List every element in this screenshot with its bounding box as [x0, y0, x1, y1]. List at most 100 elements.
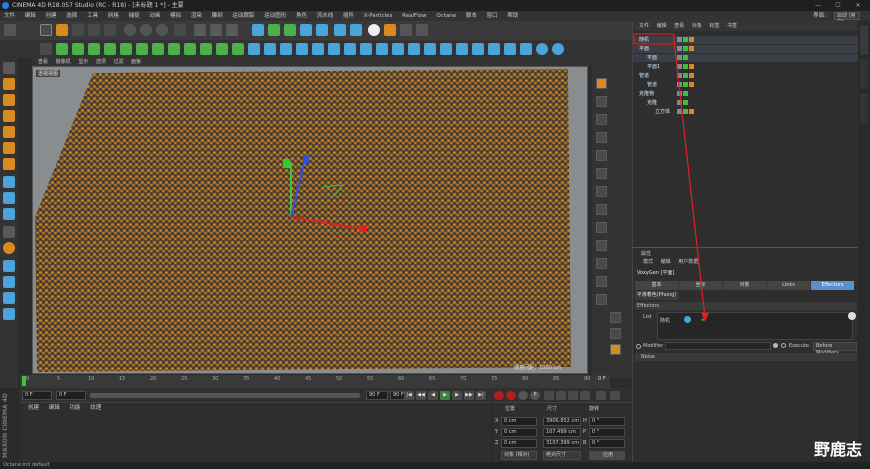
- viewport-menu-view[interactable]: 查看: [38, 59, 48, 65]
- attr-menu-userdata[interactable]: 用户数据: [678, 259, 698, 265]
- light-icon[interactable]: [368, 24, 380, 36]
- execute-dropdown[interactable]: Before Modifiers: [813, 342, 857, 356]
- object-row[interactable]: 管道: [633, 72, 859, 80]
- axis-mode-icon[interactable]: [3, 110, 15, 122]
- autokey-button[interactable]: [506, 391, 516, 400]
- workplane-icon[interactable]: [3, 242, 15, 254]
- menu-realflow[interactable]: RealFlow: [402, 13, 426, 19]
- points-mode-icon[interactable]: [3, 126, 15, 138]
- add-icon[interactable]: [104, 24, 116, 36]
- xp-turbulence-icon[interactable]: [280, 43, 292, 55]
- om-menu-view[interactable]: 查看: [674, 23, 684, 29]
- tool-a-icon[interactable]: [596, 96, 607, 107]
- snap-icon[interactable]: [400, 24, 412, 36]
- menu-plugins[interactable]: 插件: [343, 13, 354, 19]
- tool-n-icon[interactable]: [610, 328, 621, 339]
- perspective-viewport[interactable]: 透视视图 网格间距：1000 cm: [32, 66, 588, 374]
- snap-settings-icon[interactable]: [3, 226, 15, 238]
- frame-range-slider[interactable]: [90, 393, 360, 398]
- tool-j-icon[interactable]: [596, 258, 607, 269]
- interpolation-button[interactable]: [596, 391, 606, 400]
- xp-freeze-icon[interactable]: [440, 43, 452, 55]
- menu-file[interactable]: 文件: [4, 13, 15, 19]
- object-row[interactable]: 克隆物: [633, 90, 859, 98]
- tool-c-icon[interactable]: [596, 132, 607, 143]
- size-x-field[interactable]: 3906.852 cm: [543, 417, 581, 426]
- material-menu-texture[interactable]: 纹理: [90, 405, 101, 411]
- xp-flock-icon[interactable]: [344, 43, 356, 55]
- polygons-mode-icon[interactable]: [3, 158, 15, 170]
- timeline-menu-button[interactable]: [610, 391, 620, 400]
- om-menu-edit[interactable]: 编辑: [657, 23, 667, 29]
- menu-snap[interactable]: 捕捉: [129, 13, 140, 19]
- coordinate-system-icon[interactable]: [174, 24, 186, 36]
- execute-animate-icon[interactable]: [781, 343, 786, 348]
- modifier-animate-icon[interactable]: [636, 344, 641, 349]
- object-row[interactable]: 管道: [633, 81, 859, 89]
- xp-cloth-icon[interactable]: [360, 43, 372, 55]
- tool-m-icon[interactable]: [610, 312, 621, 323]
- go-to-start-button[interactable]: |◀: [404, 391, 414, 400]
- size-y-field[interactable]: 107.499 cm: [543, 428, 581, 437]
- rotation-key-button[interactable]: [556, 391, 566, 400]
- x-axis-icon[interactable]: [124, 24, 136, 36]
- side-tab-structure[interactable]: [860, 93, 868, 123]
- move-tool-icon[interactable]: [56, 24, 68, 36]
- keyframe-selection-button[interactable]: [518, 391, 528, 400]
- make-editable-icon[interactable]: [3, 62, 15, 74]
- param-key-button[interactable]: [568, 391, 578, 400]
- xp-action-icon[interactable]: [120, 43, 132, 55]
- effectors-list[interactable]: 随机 ✓: [657, 312, 853, 340]
- tool-k-icon[interactable]: [596, 276, 607, 287]
- menu-xparticles[interactable]: X-Particles: [364, 13, 393, 19]
- go-to-end-button[interactable]: ▶|: [476, 391, 486, 400]
- xp-collider-icon[interactable]: [248, 43, 260, 55]
- menu-octane[interactable]: Octane: [436, 13, 456, 19]
- viewport-menu-display[interactable]: 显示: [78, 59, 88, 65]
- om-menu-bookmarks[interactable]: 书签: [727, 23, 737, 29]
- scale-key-button[interactable]: [544, 391, 554, 400]
- xp-system-icon[interactable]: [40, 43, 52, 55]
- menu-help[interactable]: 帮助: [507, 13, 518, 19]
- om-menu-file[interactable]: 文件: [639, 23, 649, 29]
- render-view-icon[interactable]: [194, 24, 206, 36]
- tool-e-icon[interactable]: [596, 168, 607, 179]
- xp-attractor-icon[interactable]: [312, 43, 324, 55]
- size-mode-dropdown[interactable]: 绝对尺寸: [543, 451, 581, 460]
- end-frame-field[interactable]: 90 F: [366, 391, 388, 400]
- tool-d-icon[interactable]: [596, 150, 607, 161]
- layout-dropdown[interactable]: 启动 (用户): [834, 12, 860, 25]
- tool-g-icon[interactable]: [596, 204, 607, 215]
- tab-object[interactable]: 对象: [723, 281, 767, 290]
- material-menu-function[interactable]: 功能: [70, 405, 81, 411]
- planar-workplane-icon[interactable]: [3, 276, 15, 288]
- position-y-field[interactable]: 0 cm: [501, 428, 537, 437]
- rotation-b-field[interactable]: 0 °: [589, 439, 625, 448]
- menu-mograph[interactable]: 运动图形: [264, 13, 286, 19]
- xp-infectable-icon[interactable]: [456, 43, 468, 55]
- next-key-button[interactable]: ▶▶: [464, 391, 474, 400]
- texture-mode-icon[interactable]: [3, 94, 15, 106]
- close-button[interactable]: ✕: [848, 0, 868, 11]
- enabled-check-icon[interactable]: ✓: [700, 314, 708, 325]
- cube-icon[interactable]: [252, 24, 264, 36]
- menu-render[interactable]: 渲染: [191, 13, 202, 19]
- undo-icon[interactable]: [4, 24, 16, 36]
- menu-sculpt[interactable]: 雕刻: [212, 13, 223, 19]
- previous-key-button[interactable]: ◀◀: [416, 391, 426, 400]
- pla-key-button[interactable]: [580, 391, 590, 400]
- tool-b-icon[interactable]: [596, 114, 607, 125]
- menu-simulate[interactable]: 模拟: [170, 13, 181, 19]
- solo-icon[interactable]: [3, 208, 15, 220]
- rotation-p-field[interactable]: 0 °: [589, 428, 625, 437]
- object-row[interactable]: 平面: [633, 45, 859, 53]
- tool-f-icon[interactable]: [596, 186, 607, 197]
- attr-menu-mode[interactable]: 模式: [643, 259, 653, 265]
- xp-light-icon[interactable]: [424, 43, 436, 55]
- select-tool-icon[interactable]: [40, 24, 52, 36]
- tool-h-icon[interactable]: [596, 222, 607, 233]
- viewport-menu-options[interactable]: 选项: [96, 59, 106, 65]
- noise-section-header[interactable]: Noise: [635, 353, 857, 361]
- tool-l-icon[interactable]: [596, 294, 607, 305]
- tool-o-icon[interactable]: [610, 344, 621, 355]
